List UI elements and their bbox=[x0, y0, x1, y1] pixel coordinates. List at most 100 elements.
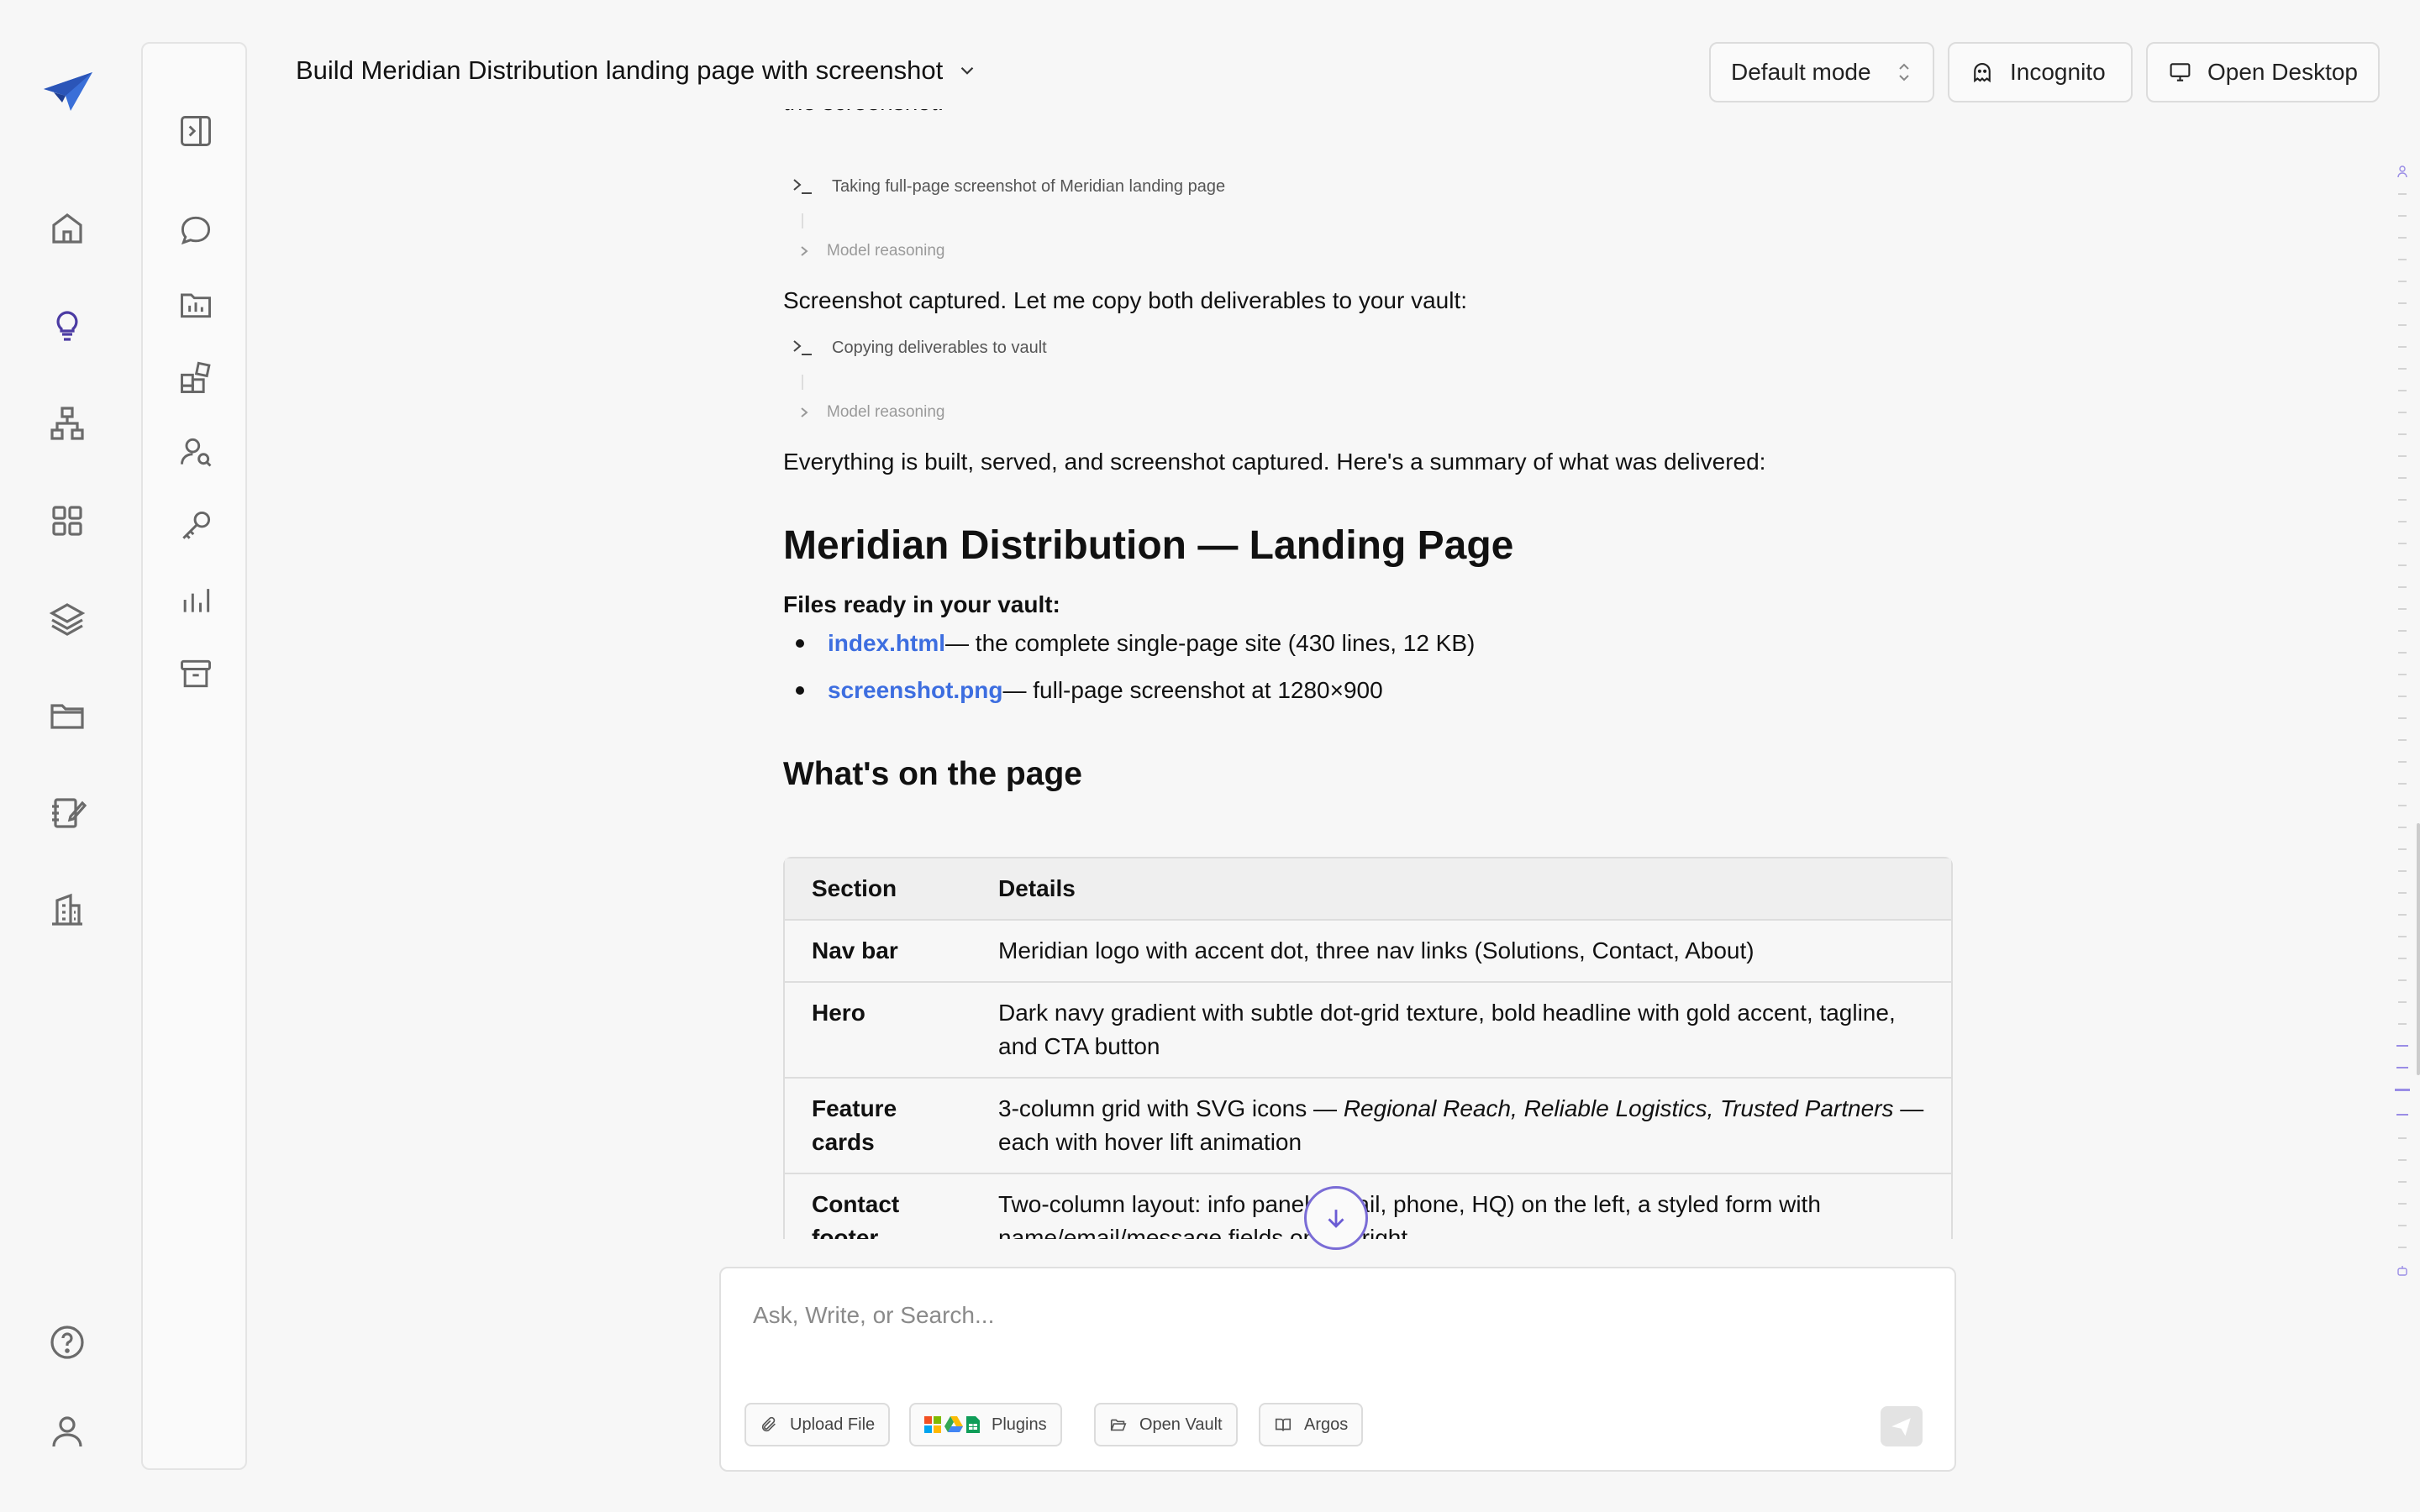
scroll-to-bottom-button[interactable] bbox=[1304, 1186, 1368, 1250]
sections-table: Section Details Nav bar Meridian logo wi… bbox=[783, 857, 1953, 1239]
collapse-panel-icon[interactable] bbox=[177, 113, 214, 150]
minimap-tick bbox=[2398, 215, 2407, 217]
send-button[interactable] bbox=[1881, 1406, 1923, 1446]
minimap-tick bbox=[2398, 848, 2407, 850]
lightbulb-icon[interactable] bbox=[47, 306, 87, 346]
model-reasoning-toggle[interactable]: Model reasoning bbox=[798, 242, 944, 260]
file-link-screenshot[interactable]: screenshot.png bbox=[828, 677, 1002, 704]
file-link-index[interactable]: index.html bbox=[828, 630, 945, 657]
logo-icon[interactable] bbox=[42, 71, 94, 113]
chevron-down-icon[interactable] bbox=[956, 60, 978, 81]
minimap-tick bbox=[2398, 586, 2407, 588]
minimap-tick bbox=[2398, 652, 2407, 654]
minimap-tick bbox=[2398, 499, 2407, 501]
minimap-tick bbox=[2398, 281, 2407, 282]
folder-open-icon bbox=[1110, 1419, 1127, 1431]
chevrons-updown-icon bbox=[1899, 63, 1909, 81]
table-row: Contact footer Two-column layout: info p… bbox=[785, 1174, 1951, 1239]
building-icon[interactable] bbox=[47, 890, 87, 931]
reasoning-label: Model reasoning bbox=[827, 403, 945, 421]
minimap-tick bbox=[2398, 324, 2407, 326]
minimap-tick bbox=[2398, 193, 2407, 195]
widgets-icon[interactable] bbox=[177, 360, 214, 396]
file-description: — the complete single-page site (430 lin… bbox=[945, 630, 1476, 656]
home-icon[interactable] bbox=[47, 208, 87, 249]
google-sheets-icon bbox=[966, 1416, 980, 1433]
timeline-connector bbox=[802, 213, 803, 228]
minimap-tick bbox=[2398, 237, 2407, 239]
minimap-tick bbox=[2398, 543, 2407, 544]
assistant-message-2: Everything is built, served, and screens… bbox=[783, 449, 1766, 475]
table-row: Hero Dark navy gradient with subtle dot-… bbox=[785, 983, 1951, 1079]
terminal-icon bbox=[793, 340, 812, 355]
minimap-tick bbox=[2398, 1247, 2407, 1248]
folder-icon[interactable] bbox=[47, 696, 87, 736]
table-cell-section: Feature cards bbox=[785, 1079, 971, 1174]
minimap-tick bbox=[2398, 368, 2407, 370]
microsoft-icon bbox=[924, 1416, 941, 1433]
user-icon[interactable] bbox=[47, 1411, 87, 1452]
table-header-cell: Section bbox=[785, 858, 971, 921]
org-chart-icon[interactable] bbox=[47, 403, 87, 444]
table-cell-section: Contact footer bbox=[785, 1174, 971, 1239]
upload-file-label: Upload File bbox=[790, 1415, 876, 1434]
prompt-input[interactable]: Ask, Write, or Search... bbox=[753, 1302, 994, 1329]
minimap-tick bbox=[2398, 805, 2407, 806]
open-vault-button[interactable]: Open Vault bbox=[1094, 1403, 1238, 1446]
files-label: Files ready in your vault: bbox=[783, 591, 1060, 617]
argos-button[interactable]: Argos bbox=[1259, 1403, 1364, 1446]
chevron-right-icon bbox=[801, 246, 808, 256]
minimap-tick bbox=[2396, 1045, 2408, 1047]
conversation-minimap[interactable] bbox=[2393, 160, 2410, 1285]
minimap-tick bbox=[2398, 1181, 2407, 1183]
mode-select[interactable]: Default mode bbox=[1709, 42, 1934, 102]
minimap-tick bbox=[2398, 608, 2407, 610]
apps-grid-icon[interactable] bbox=[47, 501, 87, 541]
notes-edit-icon[interactable] bbox=[47, 793, 87, 833]
minimap-tick bbox=[2398, 827, 2407, 828]
archive-icon[interactable] bbox=[177, 655, 214, 692]
table-cell-section: Hero bbox=[785, 983, 971, 1079]
layers-icon[interactable] bbox=[47, 598, 87, 638]
minimap-tick bbox=[2398, 739, 2407, 741]
scrollbar-thumb[interactable] bbox=[2417, 823, 2420, 1075]
help-icon[interactable] bbox=[47, 1322, 87, 1362]
minimap-tick bbox=[2398, 979, 2407, 981]
minimap-tick bbox=[2398, 477, 2407, 479]
plugins-label: Plugins bbox=[992, 1415, 1047, 1434]
plugins-button[interactable]: Plugins bbox=[909, 1403, 1062, 1446]
minimap-tick bbox=[2398, 717, 2407, 719]
minimap-tick bbox=[2398, 1023, 2407, 1025]
minimap-tick bbox=[2398, 455, 2407, 457]
table-cell-section: Nav bar bbox=[785, 921, 971, 983]
incognito-button[interactable]: Incognito bbox=[1948, 42, 2133, 102]
minimap-tick bbox=[2398, 433, 2407, 435]
minimap-tick bbox=[2398, 914, 2407, 916]
minimap-tick bbox=[2398, 674, 2407, 675]
model-reasoning-toggle[interactable]: Model reasoning bbox=[798, 403, 944, 422]
open-desktop-button[interactable]: Open Desktop bbox=[2146, 42, 2380, 102]
minimap-tick bbox=[2398, 1137, 2407, 1139]
conversation-title-text: Build Meridian Distribution landing page… bbox=[296, 55, 944, 85]
user-search-icon[interactable] bbox=[177, 433, 214, 470]
table-row: Nav bar Meridian logo with accent dot, t… bbox=[785, 921, 1951, 983]
chat-bubble-icon[interactable] bbox=[177, 212, 214, 249]
minimap-tick bbox=[2398, 783, 2407, 785]
table-cell-details: 3-column grid with SVG icons — Regional … bbox=[971, 1079, 1951, 1174]
tool-step-copy[interactable]: Copying deliverables to vault bbox=[792, 338, 1047, 358]
bar-chart-icon[interactable] bbox=[177, 581, 214, 618]
upload-file-button[interactable]: Upload File bbox=[744, 1403, 891, 1446]
folder-chart-icon[interactable] bbox=[177, 286, 214, 323]
minimap-tick bbox=[2396, 1067, 2408, 1068]
minimap-tick bbox=[2398, 870, 2407, 872]
minimap-tick bbox=[2398, 630, 2407, 632]
tool-step-screenshot[interactable]: Taking full-page screenshot of Meridian … bbox=[792, 176, 1225, 197]
arrow-down-icon bbox=[1328, 1210, 1344, 1228]
tool-step-label: Copying deliverables to vault bbox=[832, 338, 1047, 357]
bot-marker-icon bbox=[2397, 1266, 2407, 1276]
bullet bbox=[796, 686, 804, 695]
minimap-tick bbox=[2398, 1001, 2407, 1003]
conversation-title[interactable]: Build Meridian Distribution landing page… bbox=[296, 55, 978, 86]
table-header-cell: Details bbox=[971, 858, 1951, 921]
key-icon[interactable] bbox=[177, 507, 214, 544]
